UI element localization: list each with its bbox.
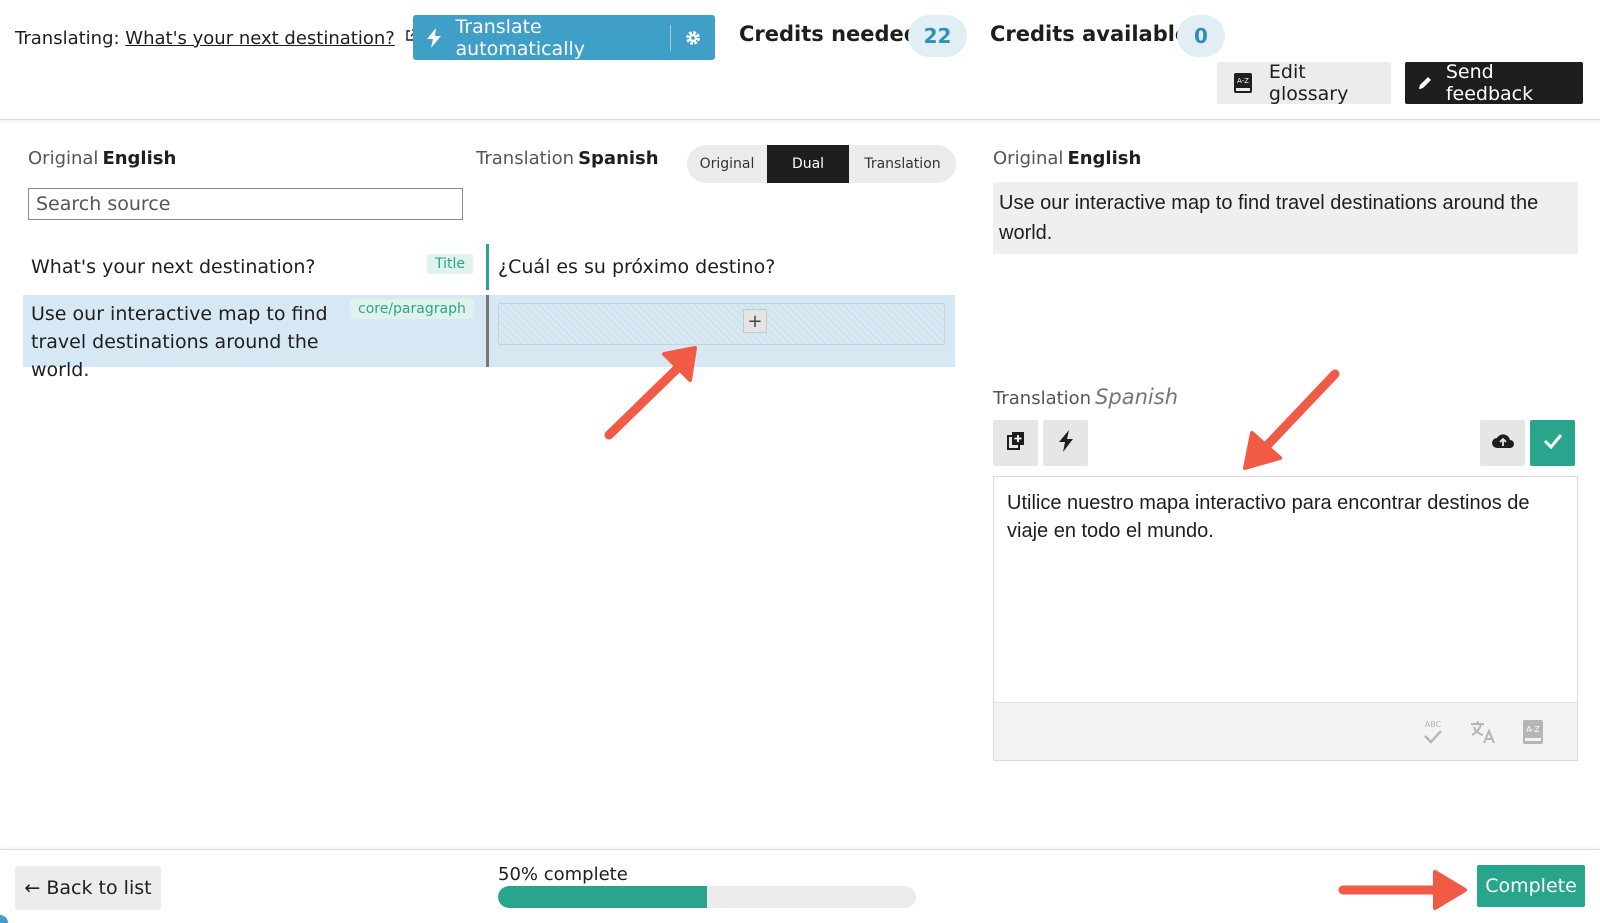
translation-language: Spanish bbox=[1095, 385, 1179, 409]
segment-source-text: What's your next destination? bbox=[31, 256, 316, 278]
view-mode-toggle: Original Dual Translation bbox=[687, 145, 956, 183]
original-label: Original bbox=[993, 148, 1064, 169]
back-to-list-button[interactable]: ← Back to list bbox=[15, 866, 161, 910]
segment-type-tag: Title bbox=[427, 254, 474, 274]
bottom-bar: ← Back to list 50% complete Complete bbox=[0, 849, 1600, 923]
copy-original-button[interactable] bbox=[993, 420, 1038, 466]
cloud-save-icon bbox=[1491, 432, 1515, 454]
arrow-head-translation-editor bbox=[1243, 431, 1282, 470]
right-translation-heading: Translation Spanish bbox=[993, 385, 1178, 409]
gear-icon[interactable] bbox=[671, 29, 715, 47]
edit-glossary-label: Edit glossary bbox=[1268, 61, 1349, 105]
svg-text:A-Z: A-Z bbox=[1237, 77, 1249, 85]
svg-text:A-Z: A-Z bbox=[1526, 725, 1540, 734]
original-label: Original bbox=[28, 148, 99, 169]
right-original-heading: Original English bbox=[993, 148, 1141, 169]
segment-row-selected[interactable]: Use our interactive map to find travel d… bbox=[23, 295, 955, 381]
credits-available-label: Credits available bbox=[990, 22, 1190, 46]
credits-needed-badge: 22 bbox=[908, 15, 967, 57]
machine-translate-icon bbox=[1058, 430, 1074, 456]
check-icon bbox=[1543, 433, 1563, 453]
original-language: English bbox=[1067, 148, 1142, 169]
machine-translate-button[interactable] bbox=[1043, 420, 1088, 466]
glossary-book-icon: A-Z bbox=[1217, 72, 1269, 94]
translating-label: Translating: bbox=[15, 28, 120, 49]
add-translation-button[interactable]: + bbox=[743, 309, 767, 333]
send-feedback-label: Send feedback bbox=[1445, 61, 1534, 105]
document-title-link[interactable]: What's your next destination? bbox=[125, 28, 395, 49]
pencil-icon bbox=[1405, 75, 1446, 91]
translate-automatically-label: Translate automatically bbox=[455, 15, 585, 60]
lightning-icon bbox=[413, 27, 455, 48]
edit-glossary-button[interactable]: A-Z Edit glossary bbox=[1217, 61, 1391, 105]
arrow-to-translation-editor bbox=[1255, 369, 1340, 458]
annotation-arrows bbox=[604, 346, 1467, 910]
svg-text:ABC: ABC bbox=[1425, 720, 1442, 729]
credits-needed-label: Credits needed bbox=[739, 22, 919, 46]
segment-source-text: Use our interactive map to find travel d… bbox=[31, 303, 328, 381]
glossary-icon[interactable]: A-Z bbox=[1518, 717, 1548, 747]
translation-editor: ABC A-Z bbox=[993, 476, 1578, 761]
left-original-heading: Original English bbox=[28, 148, 176, 169]
cloud-save-button[interactable] bbox=[1480, 420, 1525, 466]
segment-divider bbox=[486, 295, 489, 367]
segment-translation-text: ¿Cuál es su próximo destino? bbox=[498, 256, 776, 278]
translation-textarea[interactable] bbox=[994, 477, 1577, 702]
send-feedback-button[interactable]: Send feedback bbox=[1405, 61, 1583, 105]
left-translation-heading: Translation Spanish bbox=[476, 148, 659, 169]
segment-divider bbox=[486, 244, 489, 290]
original-language: English bbox=[102, 148, 177, 169]
translation-label: Translation bbox=[476, 148, 575, 169]
translate-automatically-button[interactable]: Translate automatically bbox=[413, 15, 715, 60]
credits-available-badge: 0 bbox=[1177, 15, 1225, 57]
translating-info: Translating: What's your next destinatio… bbox=[15, 26, 418, 49]
empty-translation-slot[interactable] bbox=[498, 303, 945, 345]
approve-translation-button[interactable] bbox=[1530, 420, 1575, 466]
progress-bar-fill bbox=[498, 886, 707, 908]
segment-row[interactable]: What's your next destination? Title ¿Cuá… bbox=[23, 244, 955, 290]
view-translation-option[interactable]: Translation bbox=[849, 145, 956, 183]
view-dual-option[interactable]: Dual bbox=[767, 145, 849, 183]
progress-label: 50% complete bbox=[498, 864, 628, 885]
original-text-preview: Use our interactive map to find travel d… bbox=[993, 182, 1578, 254]
view-original-option[interactable]: Original bbox=[687, 145, 767, 183]
corner-accent bbox=[0, 915, 8, 923]
top-toolbar: Translating: What's your next destinatio… bbox=[0, 0, 1600, 120]
segment-type-tag: core/paragraph bbox=[350, 299, 474, 319]
complete-button[interactable]: Complete bbox=[1477, 865, 1585, 907]
translate-language-icon[interactable] bbox=[1468, 717, 1498, 747]
copy-original-icon bbox=[1006, 431, 1026, 455]
progress-bar bbox=[498, 886, 916, 908]
search-source-input[interactable] bbox=[28, 188, 463, 220]
spellcheck-icon[interactable]: ABC bbox=[1418, 717, 1448, 747]
translation-language: Spanish bbox=[578, 148, 659, 169]
editor-footer: ABC A-Z bbox=[994, 702, 1577, 760]
translation-label: Translation bbox=[993, 388, 1092, 409]
arrow-to-add-button bbox=[604, 357, 689, 440]
